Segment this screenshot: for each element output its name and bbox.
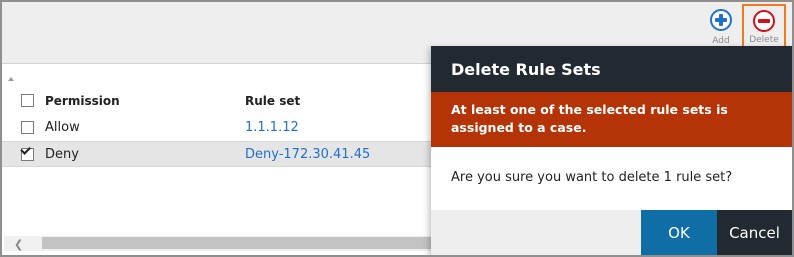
confirm-message: Are you sure you want to delete 1 rule s… (451, 170, 733, 185)
column-header-rule-set[interactable]: Rule set (245, 94, 300, 108)
horizontal-scrollbar[interactable]: ❮ (4, 236, 434, 251)
row-checkbox[interactable] (21, 121, 34, 134)
app-frame: Add Delete Permission Rule set Allow 1.1… (0, 0, 794, 257)
error-banner: At least one of the selected rule sets i… (431, 92, 792, 147)
delete-rule-sets-dialog: Delete Rule Sets At least one of the sel… (431, 46, 792, 255)
ok-button[interactable]: OK (641, 210, 717, 255)
sort-up-icon[interactable] (8, 77, 14, 81)
add-label: Add (712, 36, 730, 46)
scrollbar-thumb[interactable] (42, 237, 434, 249)
select-all-checkbox[interactable] (21, 94, 34, 107)
table-row[interactable]: Deny Deny-172.30.41.45 (2, 141, 432, 167)
minus-circle-icon (753, 10, 775, 32)
table-header: Permission Rule set (2, 88, 432, 114)
checkmark-icon (20, 144, 31, 155)
row-checkbox[interactable] (20, 144, 34, 161)
dialog-title: Delete Rule Sets (431, 46, 792, 92)
scroll-left-icon[interactable]: ❮ (14, 238, 23, 251)
delete-label: Delete (749, 35, 779, 45)
permission-cell: Deny (45, 147, 79, 162)
plus-circle-icon (710, 9, 732, 31)
rule-set-link[interactable]: 1.1.1.12 (245, 120, 299, 135)
table-row[interactable]: Allow 1.1.1.12 (2, 115, 432, 141)
permission-cell: Allow (45, 120, 80, 135)
rule-set-link[interactable]: Deny-172.30.41.45 (245, 147, 370, 162)
column-header-permission[interactable]: Permission (45, 94, 120, 108)
dialog-footer: OK Cancel (431, 210, 792, 255)
delete-button[interactable]: Delete (742, 4, 786, 52)
cancel-button[interactable]: Cancel (717, 210, 792, 255)
